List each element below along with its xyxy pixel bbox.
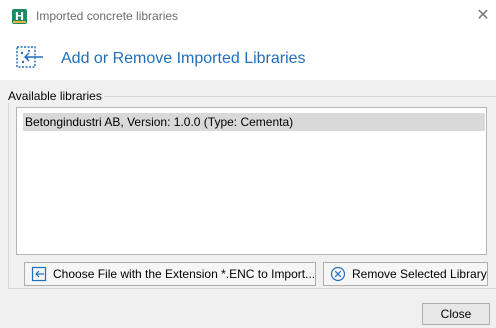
libraries-listbox[interactable]: Betongindustri AB, Version: 1.0.0 (Type:… <box>16 107 487 255</box>
dialog-window: H Imported concrete libraries ✕ Add or R… <box>0 0 496 328</box>
remove-library-button[interactable]: Remove Selected Library <box>323 262 488 286</box>
window-title: Imported concrete libraries <box>36 9 179 23</box>
dialog-heading: Add or Remove Imported Libraries <box>61 50 306 67</box>
remove-library-label: Remove Selected Library <box>352 267 487 281</box>
dialog-header: Add or Remove Imported Libraries <box>0 32 496 80</box>
title-bar[interactable]: H Imported concrete libraries ✕ <box>0 0 496 32</box>
available-libraries-legend: Available libraries <box>8 89 104 103</box>
close-icon[interactable]: ✕ <box>475 6 491 24</box>
choose-file-label: Choose File with the Extension *.ENC to … <box>53 267 316 281</box>
footer-divider <box>0 297 496 298</box>
list-item[interactable]: Betongindustri AB, Version: 1.0.0 (Type:… <box>23 113 485 131</box>
choose-file-button[interactable]: Choose File with the Extension *.ENC to … <box>24 262 316 286</box>
app-logo-icon: H <box>12 9 27 24</box>
close-button[interactable]: Close <box>422 303 490 325</box>
import-libraries-icon <box>16 46 43 68</box>
import-file-icon <box>31 266 47 282</box>
remove-circle-icon <box>330 266 346 282</box>
